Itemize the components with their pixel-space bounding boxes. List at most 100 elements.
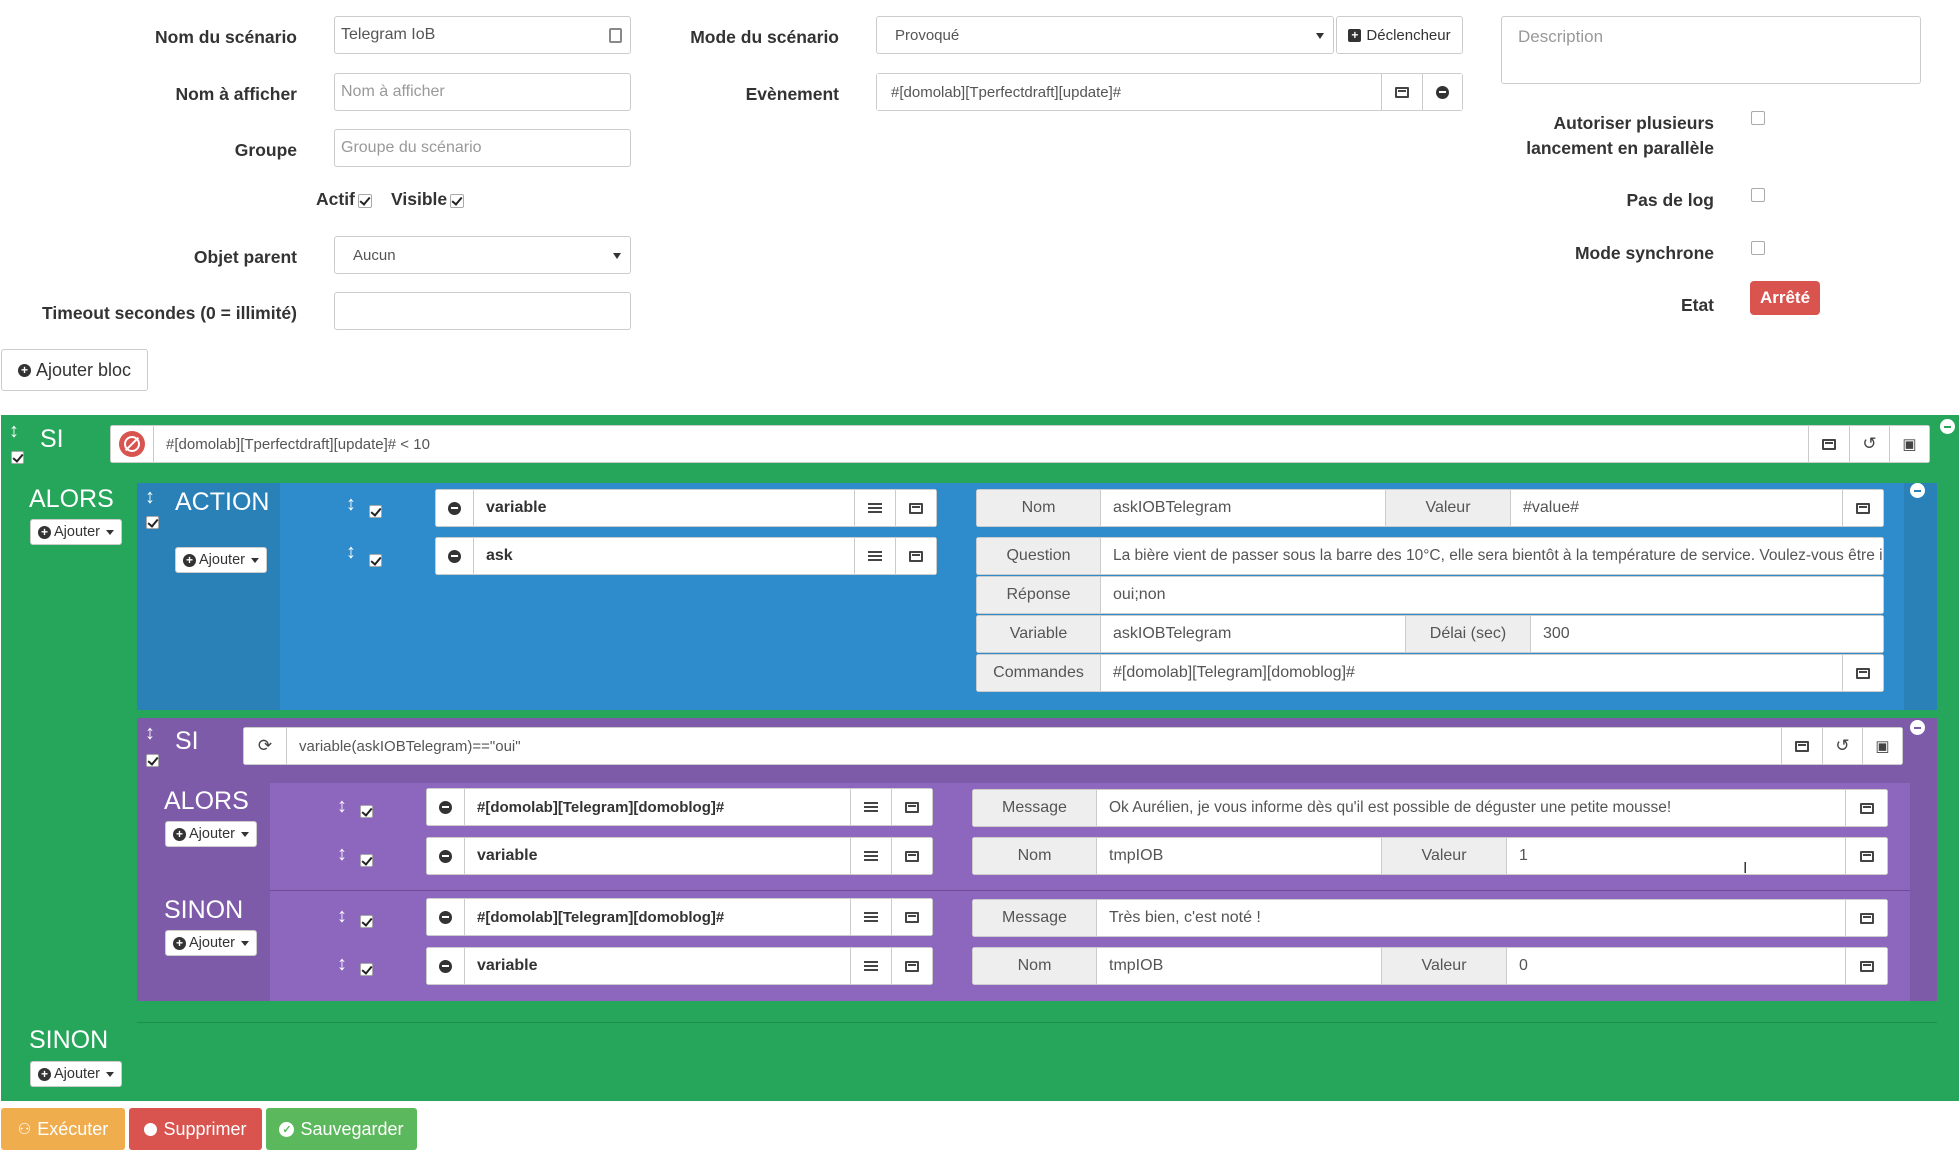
nested-si-enable-checkbox[interactable]: [146, 754, 159, 767]
main-block-collapse-button[interactable]: [1940, 419, 1955, 434]
condition-history-button[interactable]: ↺: [1850, 425, 1890, 463]
trigger-button[interactable]: + Déclencheur: [1336, 16, 1463, 54]
parent-object-value: Aucun: [353, 246, 396, 264]
nested-alors-add-button[interactable]: + Ajouter: [165, 821, 257, 847]
nested-sinon-row1-remove-button[interactable]: [426, 898, 465, 936]
action-row1-value-input[interactable]: #value#: [1511, 489, 1843, 527]
ask-variable-input[interactable]: askIOBTelegram: [1101, 615, 1406, 653]
move-handle-icon[interactable]: ↕: [337, 796, 347, 816]
nested-alors-row1-checkbox[interactable]: [360, 805, 373, 818]
move-handle-icon[interactable]: ↕: [346, 494, 356, 514]
active-checkbox[interactable]: [358, 194, 372, 208]
move-handle-icon[interactable]: ↕: [337, 844, 347, 864]
action-enable-checkbox[interactable]: [146, 516, 159, 529]
action-add-button[interactable]: + Ajouter: [175, 547, 267, 573]
nested-sinon-row2-cmd-input[interactable]: variable: [465, 947, 851, 985]
nested-condition-history-button[interactable]: ↺: [1823, 727, 1863, 765]
no-log-checkbox[interactable]: [1751, 188, 1765, 202]
ask-commands-input[interactable]: #[domolab][Telegram][domoblog]#: [1101, 654, 1843, 692]
display-name-input[interactable]: Nom à afficher: [334, 73, 631, 111]
action-row2-options-button[interactable]: [855, 537, 896, 575]
timeout-input[interactable]: [334, 292, 631, 330]
parallel-checkbox[interactable]: [1751, 111, 1765, 125]
scenario-name-input[interactable]: Telegram IoB: [334, 16, 631, 54]
main-alors-add-button[interactable]: + Ajouter: [30, 519, 122, 545]
nested-condition-input[interactable]: variable(askIOBTelegram)=="oui": [287, 727, 1782, 765]
nested-sinon-row1-options-button[interactable]: [851, 898, 892, 936]
nested-condition-select-button[interactable]: [1782, 727, 1823, 765]
group-input[interactable]: Groupe du scénario: [334, 129, 631, 167]
save-button[interactable]: ✓ Sauvegarder: [266, 1108, 417, 1150]
main-sinon-add-button[interactable]: + Ajouter: [30, 1061, 122, 1087]
condition-disable-button[interactable]: [110, 425, 154, 463]
nested-sinon-value-input[interactable]: 0: [1507, 947, 1846, 985]
ask-question-input[interactable]: La bière vient de passer sous la barre d…: [1101, 537, 1884, 575]
action-row1-value-select-button[interactable]: [1843, 489, 1884, 527]
execute-button[interactable]: ⚇ Exécuter: [1, 1108, 125, 1150]
nested-alors-row2-remove-button[interactable]: [426, 837, 465, 875]
ask-commands-select-button[interactable]: [1843, 654, 1884, 692]
action-row1-name-input[interactable]: askIOBTelegram: [1101, 489, 1386, 527]
nested-alors-row1-remove-button[interactable]: [426, 788, 465, 826]
nested-sinon-row1-select-button[interactable]: [892, 898, 933, 936]
description-textarea[interactable]: Description: [1501, 16, 1921, 84]
action-row2-remove-button[interactable]: [435, 537, 474, 575]
nested-alors-row2-options-button[interactable]: [851, 837, 892, 875]
main-condition-input[interactable]: #[domolab][Tperfectdraft][update]# < 10: [154, 425, 1809, 463]
nested-sinon-message-select-button[interactable]: [1846, 899, 1888, 937]
main-si-enable-checkbox[interactable]: [11, 451, 24, 464]
action-row1-cmd-input[interactable]: variable: [474, 489, 855, 527]
action-row2-cmd-input[interactable]: ask: [474, 537, 855, 575]
event-remove-button[interactable]: [1423, 73, 1463, 111]
parent-object-select[interactable]: Aucun: [334, 236, 631, 274]
nested-sinon-name-input[interactable]: tmpIOB: [1097, 947, 1382, 985]
nested-alors-row2-select-button[interactable]: [892, 837, 933, 875]
move-handle-icon[interactable]: ↕: [346, 542, 356, 562]
move-handle-icon[interactable]: ↕: [337, 906, 347, 926]
condition-select-button[interactable]: [1809, 425, 1850, 463]
nested-sinon-row1-cmd-input[interactable]: #[domolab][Telegram][domoblog]#: [465, 898, 851, 936]
nested-alors-value-select-button[interactable]: [1846, 837, 1888, 875]
visible-checkbox[interactable]: [450, 194, 464, 208]
nested-alors-row1-cmd-input[interactable]: #[domolab][Telegram][domoblog]#: [465, 788, 851, 826]
nested-sinon-add-button[interactable]: + Ajouter: [165, 930, 257, 956]
nested-alors-value-input[interactable]: 1: [1507, 837, 1846, 875]
action-collapse-button[interactable]: [1910, 483, 1925, 498]
action-row1-options-button[interactable]: [855, 489, 896, 527]
condition-tools-button[interactable]: ▣: [1890, 425, 1930, 463]
nested-sinon-row2-remove-button[interactable]: [426, 947, 465, 985]
nested-sinon-row2-checkbox[interactable]: [360, 963, 373, 976]
nested-alors-row1-select-button[interactable]: [892, 788, 933, 826]
move-handle-icon[interactable]: ↕: [145, 723, 155, 743]
nested-sinon-message-input[interactable]: Très bien, c'est noté !: [1097, 899, 1846, 937]
move-handle-icon[interactable]: ↕: [145, 487, 155, 507]
nested-alors-message-input[interactable]: Ok Aurélien, je vous informe dès qu'il e…: [1097, 789, 1846, 827]
nested-alors-row2-checkbox[interactable]: [360, 854, 373, 867]
move-handle-icon[interactable]: ↕: [9, 421, 19, 441]
sync-mode-checkbox[interactable]: [1751, 241, 1765, 255]
nested-alors-message-select-button[interactable]: [1846, 789, 1888, 827]
add-block-button[interactable]: + Ajouter bloc: [1, 349, 148, 391]
nested-alors-name-input[interactable]: NomtmpIOB: [1097, 837, 1382, 875]
nested-condition-refresh-button[interactable]: ⟳: [243, 727, 287, 765]
action-row1-remove-button[interactable]: [435, 489, 474, 527]
delete-button[interactable]: Supprimer: [129, 1108, 262, 1150]
action-row1-checkbox[interactable]: [369, 505, 382, 518]
action-row2-select-button[interactable]: [896, 537, 937, 575]
move-handle-icon[interactable]: ↕: [337, 954, 347, 974]
nested-sinon-row2-options-button[interactable]: [851, 947, 892, 985]
nested-sinon-row1-checkbox[interactable]: [360, 915, 373, 928]
ask-answer-input[interactable]: oui;non: [1101, 576, 1884, 614]
nested-sinon-value-select-button[interactable]: [1846, 947, 1888, 985]
nested-alors-row1-options-button[interactable]: [851, 788, 892, 826]
nested-si-collapse-button[interactable]: [1910, 720, 1925, 735]
scenario-mode-select[interactable]: Provoqué: [876, 16, 1334, 54]
action-row1-select-button[interactable]: [896, 489, 937, 527]
event-select-button[interactable]: [1382, 73, 1423, 111]
nested-sinon-row2-select-button[interactable]: [892, 947, 933, 985]
nested-alors-row2-cmd-input[interactable]: variable: [465, 837, 851, 875]
action-row2-checkbox[interactable]: [369, 554, 382, 567]
ask-delay-input[interactable]: 300: [1531, 615, 1884, 653]
nested-condition-tools-button[interactable]: ▣: [1863, 727, 1903, 765]
event-input[interactable]: #[domolab][Tperfectdraft][update]#: [876, 73, 1382, 111]
